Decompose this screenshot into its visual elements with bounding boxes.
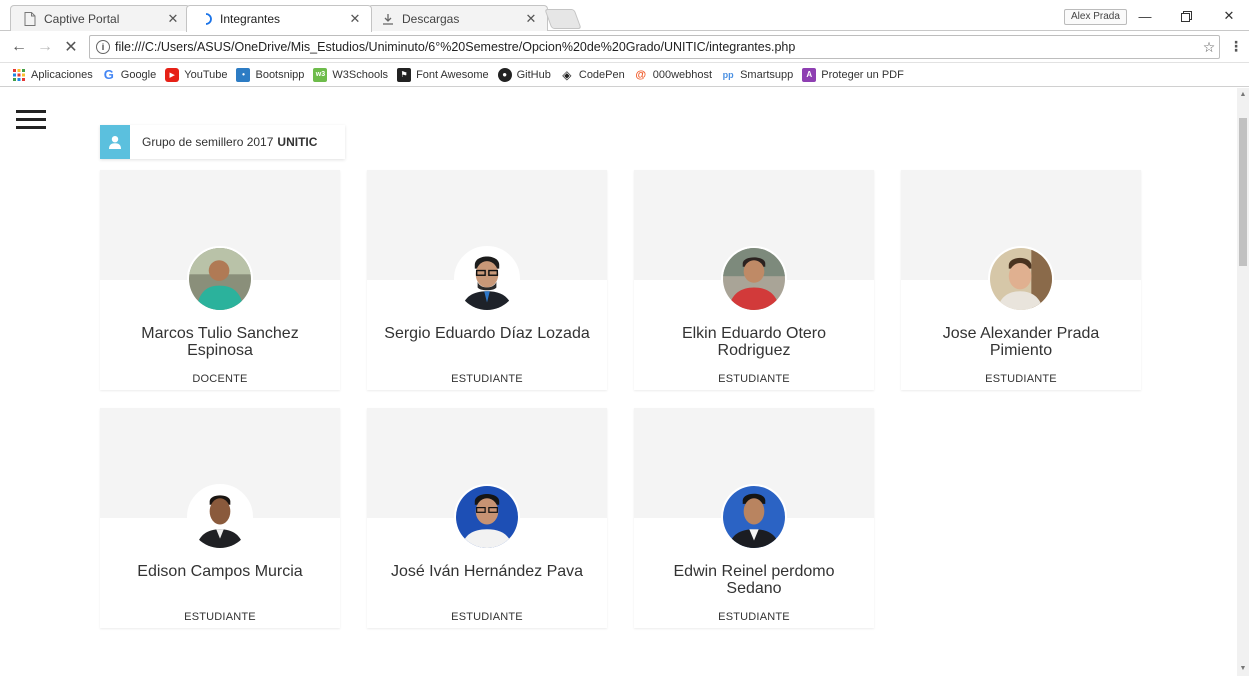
loading-icon [199, 12, 213, 26]
bootsnipp-icon: • [236, 67, 251, 82]
stop-loading-icon[interactable]: ✕ [62, 38, 80, 56]
forward-arrow-icon[interactable]: → [36, 38, 54, 56]
member-photo [988, 246, 1054, 312]
tab-captive-portal[interactable]: Captive Portal ✕ [10, 5, 190, 31]
browser-menu-icon[interactable]: ⋮ [1228, 38, 1244, 56]
member-card: José Iván Hernández Pava ESTUDIANTE [367, 408, 607, 628]
tab-descargas[interactable]: Descargas ✕ [368, 5, 548, 31]
address-bar[interactable]: i file:///C:/Users/ASUS/OneDrive/Mis_Est… [89, 35, 1220, 59]
member-role: ESTUDIANTE [718, 373, 790, 385]
apps-grid-icon [12, 68, 26, 82]
webhost-icon: @ [635, 68, 647, 81]
member-photo [187, 246, 253, 312]
member-photo [187, 484, 253, 550]
browser-toolbar: ← → ✕ i file:///C:/Users/ASUS/OneDrive/M… [0, 31, 1249, 63]
smartsupp-icon: pp [722, 69, 734, 80]
member-card: Edwin Reinel perdomo Sedano ESTUDIANTE [634, 408, 874, 628]
bookmark-label: Bootsnipp [255, 68, 305, 81]
bookmark-aplicaciones[interactable]: Aplicaciones [12, 68, 93, 82]
pdf-icon: A [802, 67, 817, 82]
close-icon[interactable]: ✕ [523, 11, 539, 27]
bookmark-label: Aplicaciones [31, 68, 93, 81]
bookmark-label: YouTube [184, 68, 228, 81]
member-role: ESTUDIANTE [184, 611, 256, 623]
bookmark-000webhost[interactable]: @ 000webhost [634, 68, 712, 82]
bookmark-label: Font Awesome [416, 68, 489, 81]
bookmark-label: Proteger un PDF [821, 68, 904, 81]
font-awesome-icon: ⚑ [397, 67, 412, 82]
bookmark-github[interactable]: ● GitHub [497, 67, 551, 82]
scroll-down-icon[interactable]: ▼ [1237, 662, 1249, 676]
download-icon [381, 12, 395, 26]
tab-title: Integrantes [220, 12, 281, 26]
member-name: Sergio Eduardo Díaz Lozada [384, 325, 590, 342]
member-card: Jose Alexander Prada Pimiento ESTUDIANTE [901, 170, 1141, 390]
window-close-icon[interactable]: ✕ [1218, 6, 1240, 26]
bookmark-codepen[interactable]: ◈ CodePen [560, 68, 625, 82]
tab-integrantes[interactable]: Integrantes ✕ [186, 5, 372, 32]
close-icon[interactable]: ✕ [347, 11, 363, 27]
page-icon [23, 11, 37, 26]
page-viewport: Grupo de semillero 2017 UNITIC Marcos Tu… [0, 88, 1237, 676]
member-photo [454, 484, 520, 550]
group-label: Grupo de semillero 2017 [142, 135, 274, 149]
member-name: José Iván Hernández Pava [390, 563, 584, 580]
member-card: Elkin Eduardo Otero Rodriguez ESTUDIANTE [634, 170, 874, 390]
page-scrollbar[interactable]: ▲ ▼ [1237, 88, 1249, 676]
member-name: Edwin Reinel perdomo Sedano [673, 563, 835, 597]
bookmarks-bar: Aplicaciones G Google ▶ YouTube • Bootsn… [0, 63, 1249, 87]
github-icon: ● [497, 67, 512, 82]
group-name: UNITIC [277, 135, 318, 149]
bookmark-star-icon[interactable]: ☆ [1199, 39, 1219, 56]
member-card: Sergio Eduardo Díaz Lozada ESTUDIANTE [367, 170, 607, 390]
member-name: Jose Alexander Prada Pimiento [942, 325, 1100, 359]
codepen-icon: ◈ [562, 67, 572, 82]
bookmark-label: GitHub [516, 68, 551, 81]
profile-button[interactable]: Alex Prada [1064, 9, 1127, 25]
restore-icon[interactable] [1175, 6, 1197, 26]
minimize-icon[interactable]: — [1134, 6, 1156, 26]
bookmark-bootsnipp[interactable]: • Bootsnipp [236, 67, 305, 82]
bookmark-youtube[interactable]: ▶ YouTube [165, 67, 228, 82]
member-name: Marcos Tulio Sanchez Espinosa [141, 325, 299, 359]
youtube-icon: ▶ [165, 67, 180, 82]
member-role: ESTUDIANTE [718, 611, 790, 623]
scroll-up-icon[interactable]: ▲ [1237, 88, 1249, 102]
member-name: Edison Campos Murcia [137, 563, 303, 580]
bookmark-smartsupp[interactable]: pp Smartsupp [721, 68, 794, 82]
new-tab-button[interactable] [544, 9, 582, 29]
member-role: ESTUDIANTE [451, 373, 523, 385]
member-photo [454, 246, 520, 312]
member-role: ESTUDIANTE [451, 611, 523, 623]
url-text[interactable]: file:///C:/Users/ASUS/OneDrive/Mis_Estud… [115, 40, 1199, 54]
bookmark-label: Google [120, 68, 157, 81]
bookmark-label: Smartsupp [740, 68, 794, 81]
group-header: Grupo de semillero 2017 UNITIC [100, 125, 345, 159]
google-icon: G [103, 67, 114, 82]
bookmark-label: W3Schools [332, 68, 389, 81]
back-arrow-icon[interactable]: ← [10, 38, 28, 56]
member-photo [721, 484, 787, 550]
member-role: ESTUDIANTE [985, 373, 1057, 385]
close-icon[interactable]: ✕ [165, 11, 181, 27]
hamburger-menu-icon[interactable] [16, 110, 46, 132]
info-icon[interactable]: i [96, 40, 110, 54]
tab-title: Captive Portal [44, 11, 120, 26]
scroll-thumb[interactable] [1239, 118, 1247, 266]
bookmark-proteger-pdf[interactable]: A Proteger un PDF [802, 67, 904, 82]
member-role: DOCENTE [192, 373, 248, 385]
member-photo [721, 246, 787, 312]
user-icon [100, 125, 130, 159]
bookmark-label: CodePen [578, 68, 625, 81]
browser-tab-strip: Captive Portal ✕ Integrantes ✕ Descargas… [0, 0, 1249, 32]
tab-title: Descargas [402, 11, 460, 26]
bookmark-font-awesome[interactable]: ⚑ Font Awesome [397, 67, 489, 82]
bookmark-label: 000webhost [652, 68, 713, 81]
member-card: Marcos Tulio Sanchez Espinosa DOCENTE [100, 170, 340, 390]
bookmark-google[interactable]: G Google [102, 67, 157, 82]
bookmark-w3schools[interactable]: w3 W3Schools [313, 67, 389, 82]
member-name: Elkin Eduardo Otero Rodriguez [681, 325, 827, 359]
w3schools-icon: w3 [313, 67, 328, 82]
member-card: Edison Campos Murcia ESTUDIANTE [100, 408, 340, 628]
